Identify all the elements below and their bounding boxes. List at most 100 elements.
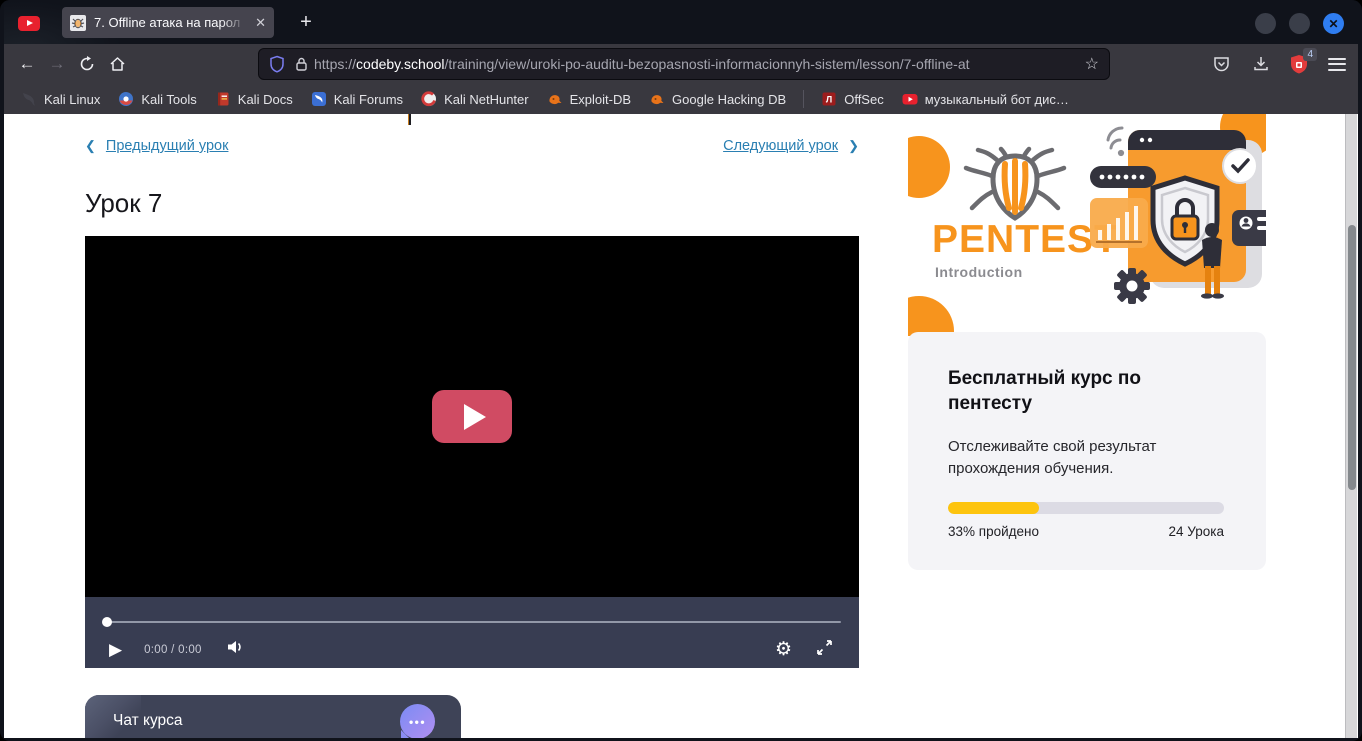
youtube-icon	[902, 91, 918, 107]
previous-lesson-link[interactable]: ❮ Предыдущий урок	[85, 138, 228, 154]
chat-dots: •••	[409, 715, 426, 729]
course-sidebar: PENTEST Introduction	[908, 114, 1266, 336]
maximize-button[interactable]	[1289, 13, 1310, 34]
bookmark-item[interactable]: Kali Tools	[111, 87, 203, 111]
pocket-icon	[1213, 56, 1230, 72]
kali-nethunter-icon	[421, 91, 437, 107]
home-button[interactable]	[102, 50, 132, 78]
bookmark-item[interactable]: Kali NetHunter	[414, 87, 536, 111]
home-icon	[109, 56, 126, 72]
close-button[interactable]: ✕	[1323, 13, 1344, 34]
clipped-heading-fragment	[408, 114, 411, 125]
volume-button[interactable]	[226, 638, 246, 661]
time-display: 0:00 / 0:00	[144, 644, 202, 656]
bookmark-star-icon[interactable]: ☆	[1085, 54, 1099, 74]
video-player: ▶ 0:00 / 0:00 ⚙	[85, 236, 859, 668]
hamburger-menu-icon	[1328, 58, 1346, 71]
time-separator: /	[171, 644, 175, 656]
volume-icon	[226, 638, 246, 656]
chevron-right-icon: ❯	[848, 138, 859, 154]
codeby-favicon-icon	[70, 15, 86, 31]
seek-bar[interactable]	[103, 621, 841, 623]
url-text: https://codeby.school/training/view/urok…	[314, 56, 1077, 72]
pocket-button[interactable]	[1206, 50, 1236, 78]
bookmark-item[interactable]: музыкальный бот дис…	[895, 87, 1076, 111]
lesson-title: Урок 7	[85, 188, 162, 219]
youtube-icon	[18, 16, 40, 31]
url-path: /training/view/uroki-po-auditu-bezopasno…	[445, 56, 970, 72]
security-illustration	[1090, 118, 1266, 313]
course-progress-card: Бесплатный курс по пентесту Отслеживайте…	[908, 332, 1266, 570]
bookmark-label: музыкальный бот дис…	[925, 92, 1069, 107]
chevron-left-icon: ❮	[85, 138, 96, 154]
minimize-button[interactable]	[1255, 13, 1276, 34]
chat-bubble-icon[interactable]: •••	[400, 704, 435, 738]
progress-labels: 33% пройдено 24 Урока	[948, 524, 1224, 539]
big-play-button[interactable]	[432, 390, 512, 443]
bookmarks-toolbar: Kali Linux Kali Tools Kali Docs Kali Forums…	[4, 84, 1358, 114]
active-tab[interactable]: 7. Offline атака на парол ✕	[62, 7, 274, 38]
bookmark-item[interactable]: Kali Forums	[304, 87, 410, 111]
bookmark-item[interactable]: Exploit-DB	[540, 87, 638, 111]
pentest-spider-logo-icon	[960, 146, 1070, 224]
bookmark-label: Kali NetHunter	[444, 92, 529, 107]
lock-icon	[295, 56, 308, 72]
page-scrollbar[interactable]	[1345, 114, 1357, 738]
menu-button[interactable]	[1322, 50, 1352, 78]
toolbar-right-icons: 4	[1206, 44, 1352, 84]
bookmark-item[interactable]: Kali Docs	[208, 87, 300, 111]
progress-fill	[948, 502, 1039, 514]
url-scheme: https://	[314, 56, 356, 72]
download-icon	[1253, 56, 1269, 72]
downloads-button[interactable]	[1246, 50, 1276, 78]
bookmark-item[interactable]: Kali Linux	[14, 87, 107, 111]
exploit-db-icon	[547, 91, 563, 107]
url-domain: codeby.school	[356, 56, 444, 72]
next-lesson-link[interactable]: Следующий урок ❯	[723, 138, 859, 154]
back-button[interactable]: ←	[12, 50, 42, 78]
bookmark-item[interactable]: Google Hacking DB	[642, 87, 793, 111]
tab-title: 7. Offline атака на парол	[94, 15, 249, 30]
seek-handle[interactable]	[102, 617, 112, 627]
scrollbar-thumb[interactable]	[1348, 225, 1356, 490]
next-lesson-label: Следующий урок	[723, 138, 838, 154]
progress-bar-track	[948, 502, 1224, 514]
bookmark-label: Exploit-DB	[570, 92, 631, 107]
bookmark-item[interactable]: ЛOffSec	[814, 87, 891, 111]
course-banner: PENTEST Introduction	[908, 114, 1266, 336]
page-viewport: ❮ Предыдущий урок Следующий урок ❯ Урок …	[4, 114, 1358, 738]
reload-button[interactable]	[72, 50, 102, 78]
forward-button[interactable]: →	[42, 50, 72, 78]
previous-lesson-label: Предыдущий урок	[106, 138, 229, 154]
course-chat-widget[interactable]: Чат курса •••	[85, 695, 461, 738]
url-bar[interactable]: https://codeby.school/training/view/urok…	[258, 48, 1110, 80]
bookmark-label: Kali Docs	[238, 92, 293, 107]
bookmark-label: Kali Linux	[44, 92, 100, 107]
kali-tools-icon	[118, 91, 134, 107]
progress-percent-label: 33% пройдено	[948, 524, 1039, 539]
adblocker-extension-button[interactable]: 4	[1286, 50, 1312, 78]
window-controls: ✕	[1255, 13, 1344, 34]
total-time: 0:00	[178, 644, 202, 656]
tab-close-icon[interactable]: ✕	[255, 15, 266, 31]
kali-forums-icon	[311, 91, 327, 107]
svg-text:Л: Л	[826, 95, 832, 105]
settings-button[interactable]: ⚙	[775, 638, 792, 661]
play-button[interactable]: ▶	[109, 640, 122, 660]
tracking-protection-shield-icon	[269, 55, 285, 73]
pinned-tab-youtube[interactable]	[16, 14, 42, 32]
orange-circle-decoration	[908, 136, 950, 198]
bookmark-label: Kali Tools	[141, 92, 196, 107]
player-controls-row: ▶ 0:00 / 0:00 ⚙	[85, 631, 859, 668]
course-card-title: Бесплатный курс по пентесту	[948, 366, 1188, 416]
tab-bar: 7. Offline атака на парол ✕ + ✕	[4, 0, 1358, 44]
chat-title: Чат курса	[113, 712, 183, 730]
browser-window: 7. Offline атака на парол ✕ + ✕ ← →	[0, 0, 1362, 741]
brand-subtitle: Introduction	[935, 264, 1023, 280]
fullscreen-button[interactable]	[816, 639, 833, 661]
video-screen[interactable]	[85, 236, 859, 597]
new-tab-button[interactable]: +	[292, 8, 320, 36]
bookmarks-separator	[803, 90, 804, 108]
bookmark-label: Kali Forums	[334, 92, 403, 107]
extension-badge: 4	[1303, 48, 1317, 61]
